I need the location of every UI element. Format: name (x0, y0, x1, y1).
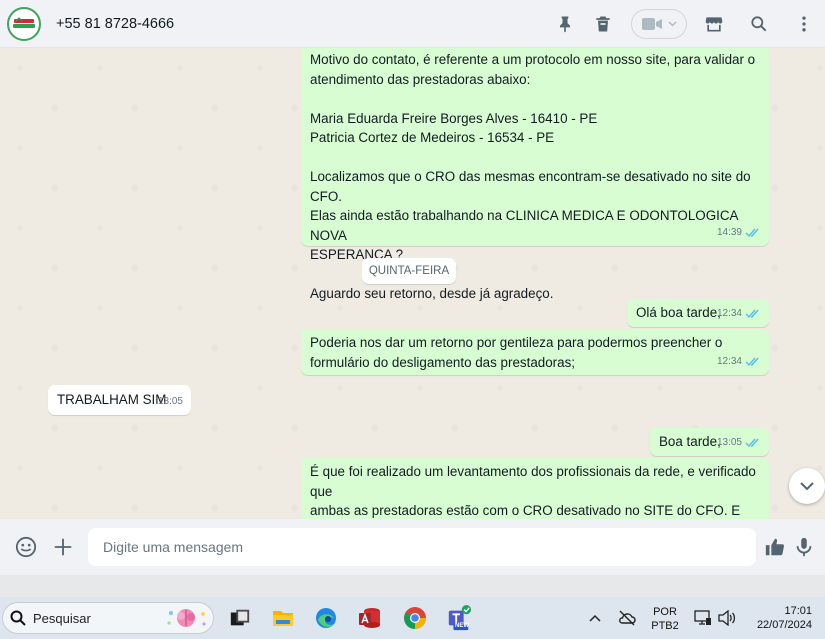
keyboard-layout: PTB2 (651, 620, 679, 632)
desktop-app-icon[interactable] (227, 605, 253, 631)
contact-avatar[interactable] (7, 6, 41, 41)
chevron-down-icon (800, 482, 814, 491)
message-text: É que foi realizado um levantamento dos … (310, 464, 756, 518)
clinic-logo-icon (10, 9, 38, 38)
message-meta: 12:34 (717, 304, 761, 324)
windows-taskbar: Pesquisar NEW POR PTB2 17:01 22/07/2024 (0, 597, 825, 639)
language-code: POR (653, 606, 677, 618)
message-meta: 13:05 (158, 392, 183, 412)
chevron-down-icon (667, 21, 677, 27)
chevron-up-icon[interactable] (589, 614, 601, 622)
teams-new-badge: NEW (455, 623, 469, 629)
shop-icon[interactable] (702, 12, 726, 36)
message-time: 13:05 (157, 395, 183, 407)
plus-icon[interactable] (49, 533, 77, 561)
message-meta: 12:34 (717, 352, 761, 372)
input-language-indicator[interactable]: POR PTB2 (648, 605, 682, 633)
video-call-button[interactable] (631, 9, 687, 39)
message-bubble-outgoing[interactable]: Poderia nos dar um retorno por gentileza… (301, 329, 769, 375)
read-ticks-icon (745, 438, 759, 447)
read-ticks-icon (745, 309, 759, 318)
message-bubble-outgoing[interactable]: Olá boa tarde, 12:34 (627, 299, 769, 327)
emoji-icon[interactable] (12, 533, 40, 561)
message-bubble-incoming[interactable]: TRABALHAM SIM 13:05 (48, 385, 191, 415)
clock-date: 22/07/2024 (756, 619, 812, 631)
search-icon[interactable] (747, 12, 771, 36)
display-network-icon[interactable] (694, 609, 712, 627)
message-text: Poderia nos dar um retorno por gentileza… (310, 335, 723, 370)
day-divider: QUINTA-FEIRA (362, 258, 456, 284)
menu-dots-icon[interactable] (792, 12, 816, 36)
scroll-to-bottom-button[interactable] (789, 468, 825, 504)
chat-header: +55 81 8728-4666 (0, 0, 825, 48)
volume-icon[interactable] (718, 610, 736, 626)
conversation-panel[interactable]: Motivo do contato, é referente a um prot… (0, 48, 825, 519)
search-icon (10, 610, 26, 626)
taskbar-search-box[interactable]: Pesquisar (2, 602, 214, 634)
thumbs-up-icon[interactable] (761, 533, 789, 561)
read-ticks-icon (745, 228, 759, 237)
read-ticks-icon (745, 357, 759, 366)
message-bubble-outgoing[interactable]: É que foi realizado um levantamento dos … (301, 458, 769, 519)
clock-time: 17:01 (784, 605, 812, 617)
message-time: 12:34 (716, 355, 742, 367)
microphone-icon[interactable] (790, 533, 818, 561)
trash-icon[interactable] (591, 12, 615, 36)
message-time: 12:34 (716, 307, 742, 319)
video-call-icon (641, 18, 662, 30)
cloud-offline-icon[interactable] (618, 610, 636, 626)
chrome-icon[interactable] (402, 605, 428, 631)
message-time: 14:39 (716, 226, 742, 238)
edge-icon[interactable] (313, 605, 339, 631)
window-bottom-strip (0, 575, 825, 597)
message-bubble-outgoing[interactable]: Boa tarde, 13:05 (650, 428, 769, 456)
file-explorer-icon[interactable] (270, 605, 296, 631)
contact-name[interactable]: +55 81 8728-4666 (56, 16, 174, 32)
access-icon[interactable] (357, 605, 383, 631)
message-meta: 14:39 (717, 223, 761, 243)
teams-icon[interactable]: NEW (446, 605, 472, 631)
taskbar-search-label: Pesquisar (33, 610, 91, 626)
pin-icon[interactable] (553, 12, 577, 36)
message-composer (0, 519, 825, 575)
message-meta: 13:05 (717, 433, 761, 453)
system-clock[interactable]: 17:01 22/07/2024 (742, 604, 812, 632)
message-bubble-outgoing[interactable]: Motivo do contato, é referente a um prot… (301, 48, 769, 301)
message-time: 13:05 (716, 436, 742, 448)
brain-highlight-icon (167, 609, 206, 627)
message-input[interactable] (88, 528, 756, 566)
